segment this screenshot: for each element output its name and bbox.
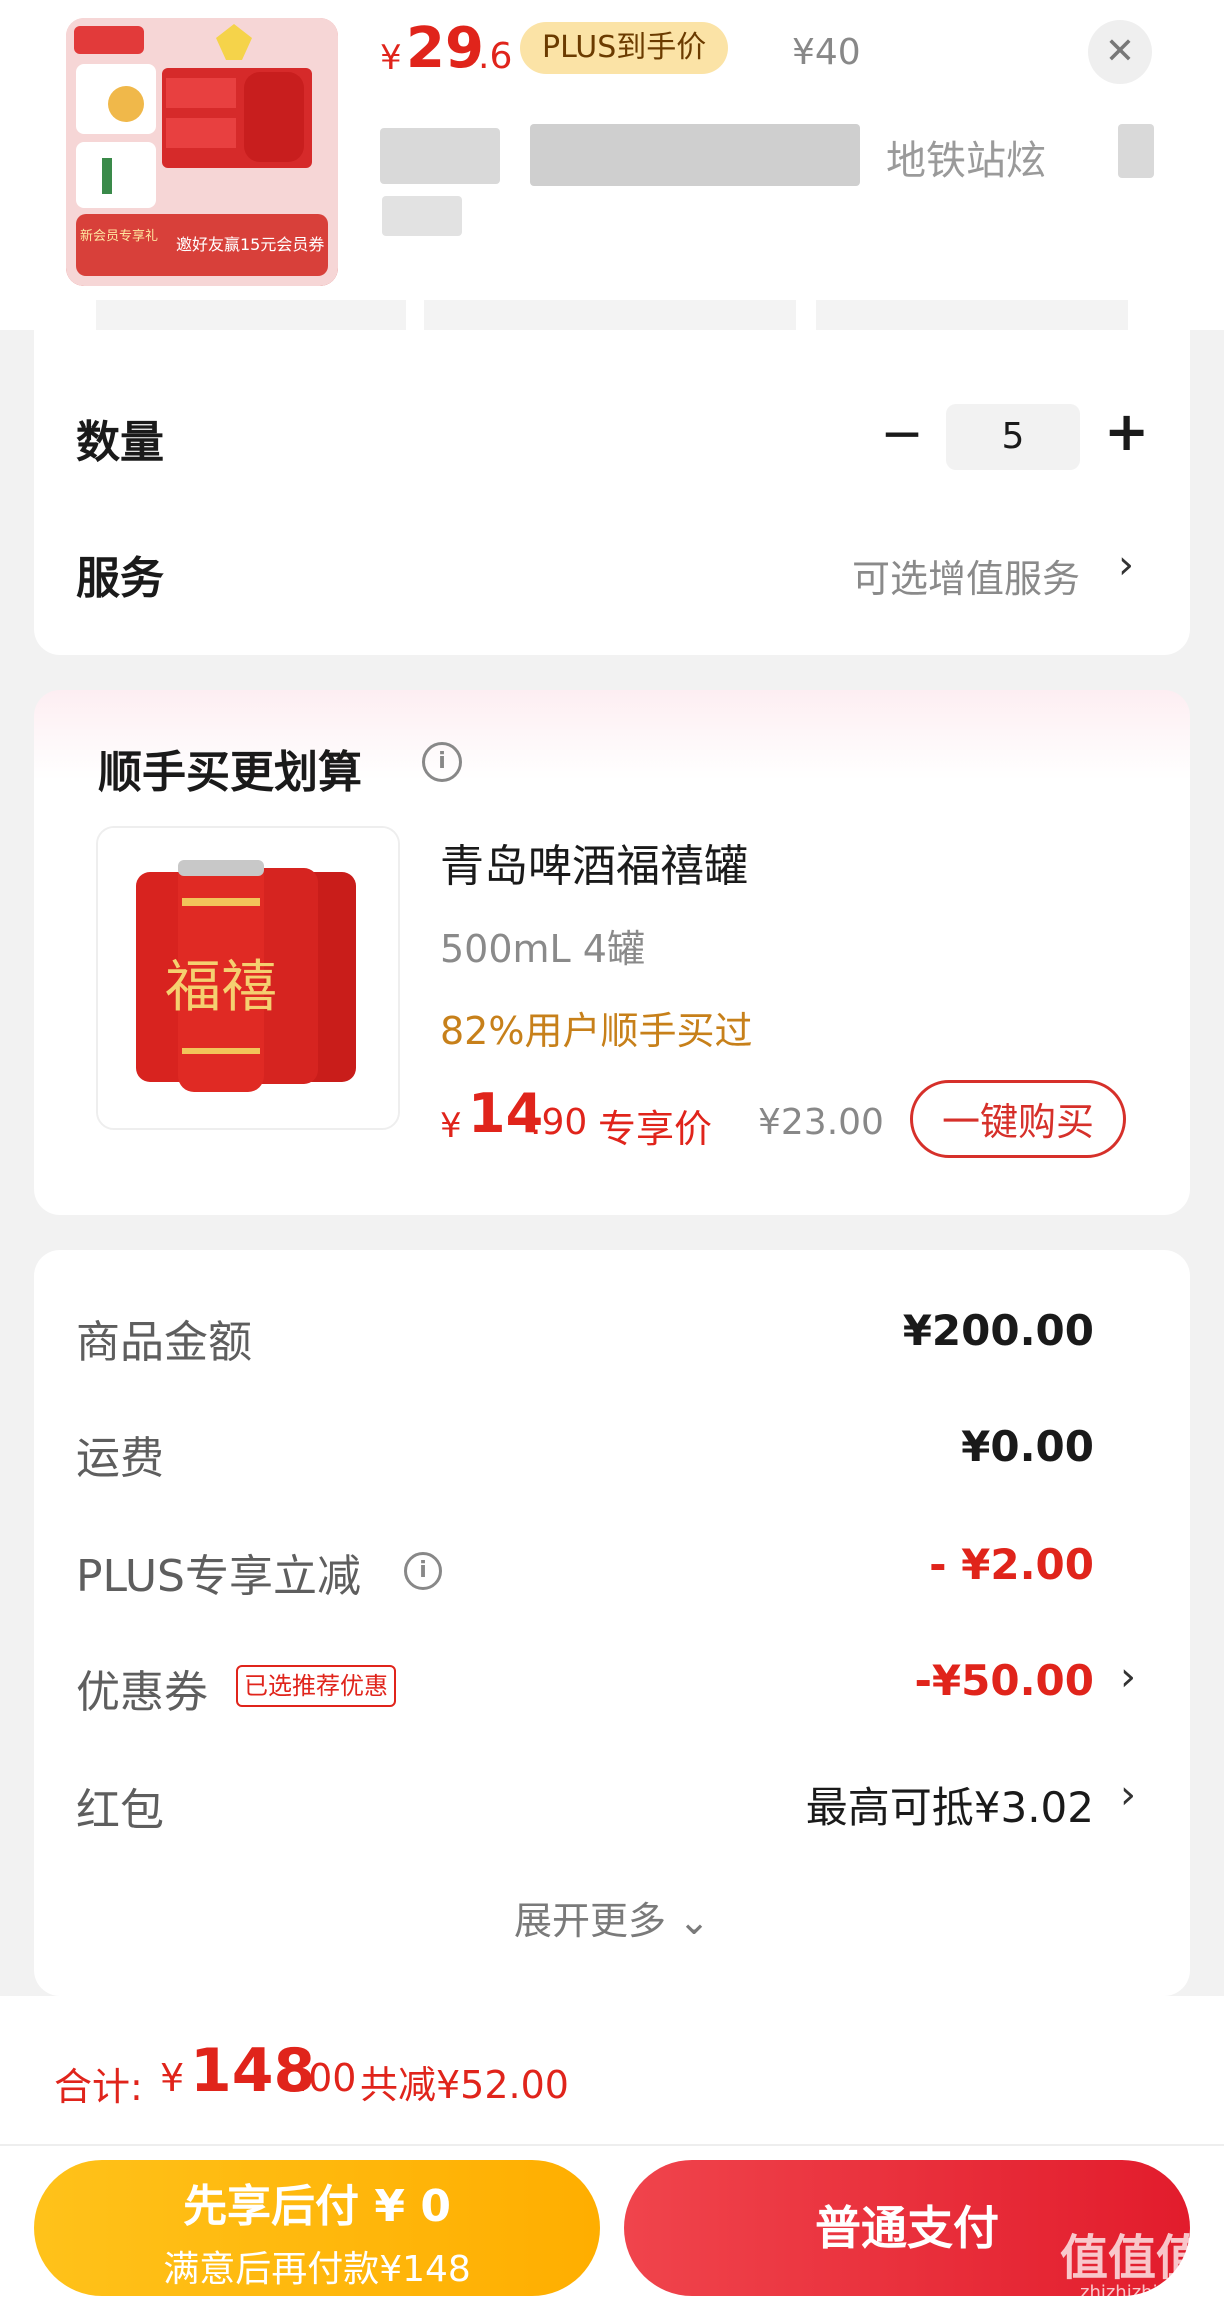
chevron-right-icon[interactable]: › xyxy=(1120,1772,1136,1818)
summary-label-coupon[interactable]: 优惠券 xyxy=(76,1656,208,1720)
upsell-product-image[interactable]: 福禧 xyxy=(96,826,400,1130)
summary-label-subtotal: 商品金额 xyxy=(76,1317,252,1368)
expand-more-button[interactable]: 展开更多 ⌄ xyxy=(0,1890,1224,1945)
total-currency: ¥ xyxy=(160,2056,185,2100)
total-saving: 共减¥52.00 xyxy=(360,2063,569,2107)
thumbnail-art: 邀好友赢15元会员券 新会员专享礼 xyxy=(66,18,338,286)
blurred-title-segment xyxy=(382,196,462,236)
total-decimal: .00 xyxy=(296,2056,357,2100)
summary-value-plus-discount: - ¥2.00 xyxy=(929,1540,1094,1589)
pay-later-sub-label: 满意后再付款¥148 xyxy=(163,2249,471,2290)
plus-price-currency: ¥ xyxy=(380,38,402,78)
beer-cans-art: 福禧 xyxy=(98,828,398,1128)
can-glyph: 福禧 xyxy=(165,955,277,1020)
original-price: ¥40 xyxy=(792,32,861,73)
close-icon[interactable]: ✕ xyxy=(1088,20,1152,84)
one-click-buy-button[interactable]: 一键购买 xyxy=(910,1080,1126,1158)
thumbnail-promo: 邀好友赢15元会员券 xyxy=(176,235,324,254)
plus-price-integer: 29 xyxy=(406,16,484,81)
plus-price-decimal: .6 xyxy=(478,36,513,77)
footer-divider xyxy=(0,2144,1224,2146)
blurred-title-segment xyxy=(530,124,860,186)
upsell-social-proof: 82%用户顺手买过 xyxy=(440,1009,753,1053)
upsell-product-name[interactable]: 青岛啤酒福禧罐 xyxy=(440,830,748,894)
summary-label-shipping: 运费 xyxy=(76,1433,164,1484)
service-label: 服务 xyxy=(76,553,164,604)
pay-later-button[interactable]: 先享后付 ¥ 0 满意后再付款¥148 xyxy=(34,2160,600,2296)
chevron-right-icon[interactable]: › xyxy=(1120,1654,1136,1700)
pay-later-main-label: 先享后付 ¥ 0 xyxy=(183,2181,451,2232)
purchase-options-card xyxy=(34,330,1190,655)
info-icon[interactable]: i xyxy=(404,1552,442,1590)
quantity-input[interactable]: 5 xyxy=(946,404,1080,470)
product-thumbnail[interactable]: 邀好友赢15元会员券 新会员专享礼 xyxy=(66,18,338,286)
blurred-title-segment xyxy=(380,128,500,184)
product-title-fragment: 地铁站炫 xyxy=(886,138,1046,184)
coupon-selected-tag: 已选推荐优惠 xyxy=(236,1665,396,1707)
summary-label-red-packet[interactable]: 红包 xyxy=(76,1774,164,1838)
blurred-title-segment xyxy=(1118,124,1154,178)
summary-value-shipping: ¥0.00 xyxy=(961,1422,1094,1471)
upsell-original-price: ¥23.00 xyxy=(758,1102,884,1143)
quantity-decrease-button[interactable]: − xyxy=(880,404,924,464)
info-icon[interactable]: i xyxy=(422,742,462,782)
site-watermark-url: zhizhizhi.com xyxy=(1080,2282,1202,2303)
quantity-label: 数量 xyxy=(76,417,164,468)
site-watermark: 值值值 xyxy=(1060,2230,1205,2286)
summary-value-red-packet[interactable]: 最高可抵¥3.02 xyxy=(806,1774,1094,1835)
summary-label-plus-discount: PLUS专享立减 xyxy=(76,1551,361,1602)
chevron-right-icon[interactable]: › xyxy=(1118,542,1134,588)
summary-value-subtotal: ¥200.00 xyxy=(902,1306,1094,1355)
total-label: 合计: xyxy=(54,2065,143,2109)
upsell-price-tag: 专享价 xyxy=(598,1107,713,1151)
thumbnail-tag: 新会员专享礼 xyxy=(80,228,158,244)
upsell-title: 顺手买更划算 xyxy=(98,747,362,798)
upsell-price-currency: ¥ xyxy=(440,1106,462,1146)
upsell-price-decimal: .90 xyxy=(530,1102,588,1143)
upsell-product-spec: 500mL 4罐 xyxy=(440,927,645,971)
summary-value-coupon[interactable]: -¥50.00 xyxy=(914,1656,1094,1705)
service-value[interactable]: 可选增值服务 xyxy=(852,548,1080,603)
quantity-increase-button[interactable]: + xyxy=(1104,400,1149,463)
plus-price-badge: PLUS到手价 xyxy=(520,22,729,74)
